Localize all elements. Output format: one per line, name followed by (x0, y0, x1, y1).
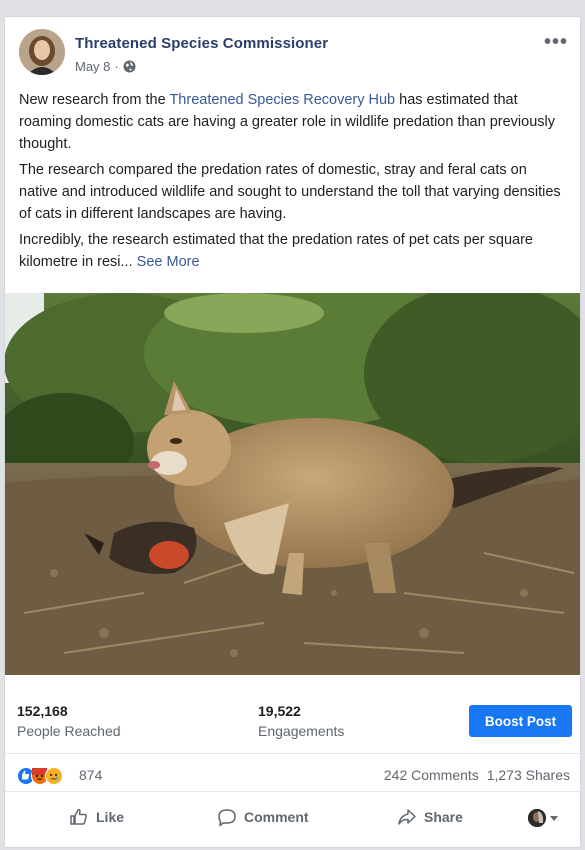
insights-bar: 152,168 People Reached 19,522 Engagement… (5, 685, 580, 754)
post-text: New research from the Threatened Species… (19, 89, 566, 277)
reaction-count[interactable]: 874 (79, 767, 102, 783)
reactions-bar: 874 242 Comments 1,273 Shares (5, 761, 580, 792)
reaction-icons[interactable] (17, 767, 63, 785)
post-meta: May 8 · (75, 59, 136, 74)
post-date[interactable]: May 8 (75, 59, 110, 74)
page-avatar[interactable] (19, 29, 65, 75)
like-button[interactable]: Like (69, 807, 124, 827)
date-separator: · (114, 59, 119, 74)
paragraph-3-text: Incredibly, the research estimated that … (19, 232, 533, 270)
boost-post-button[interactable]: Boost Post (469, 705, 572, 737)
comments-count[interactable]: 242 Comments (384, 767, 479, 783)
page-name[interactable]: Threatened Species Commissioner (75, 35, 328, 52)
post-header: Threatened Species Commissioner May 8 · … (19, 29, 568, 79)
see-more-link[interactable]: See More (137, 254, 200, 270)
engagements-label: Engagements (258, 723, 345, 739)
globe-icon (123, 60, 136, 73)
share-icon (398, 809, 416, 825)
more-options-icon[interactable]: ••• (544, 32, 568, 52)
paragraph-2: The research compared the predation rate… (19, 162, 561, 222)
comments-shares: 242 Comments 1,273 Shares (380, 767, 570, 783)
paragraph-1-start: New research from the (19, 92, 170, 108)
post-photo[interactable] (5, 293, 580, 675)
comment-icon (218, 809, 236, 827)
comment-label: Comment (244, 809, 309, 825)
shares-count[interactable]: 1,273 Shares (487, 767, 570, 783)
like-label: Like (96, 809, 125, 825)
account-avatar (528, 809, 546, 827)
post-card: Threatened Species Commissioner May 8 · … (4, 16, 581, 848)
paragraph-1: New research from the Threatened Species… (19, 89, 566, 155)
hub-link[interactable]: Threatened Species Recovery Hub (169, 92, 395, 108)
comment-button[interactable]: Comment (217, 807, 309, 827)
people-reached-label: People Reached (17, 723, 121, 739)
paragraph-3: Incredibly, the research estimated that … (19, 229, 566, 273)
people-reached-value: 152,168 (17, 703, 68, 719)
sad-reaction-icon (45, 767, 63, 785)
share-label: Share (424, 809, 463, 825)
share-button[interactable]: Share (397, 807, 463, 827)
post-as-selector[interactable] (528, 809, 558, 827)
thumbs-up-icon (70, 808, 87, 825)
engagements-value: 19,522 (258, 703, 301, 719)
chevron-down-icon (550, 815, 558, 821)
action-bar: Like Comment Share (5, 797, 580, 841)
